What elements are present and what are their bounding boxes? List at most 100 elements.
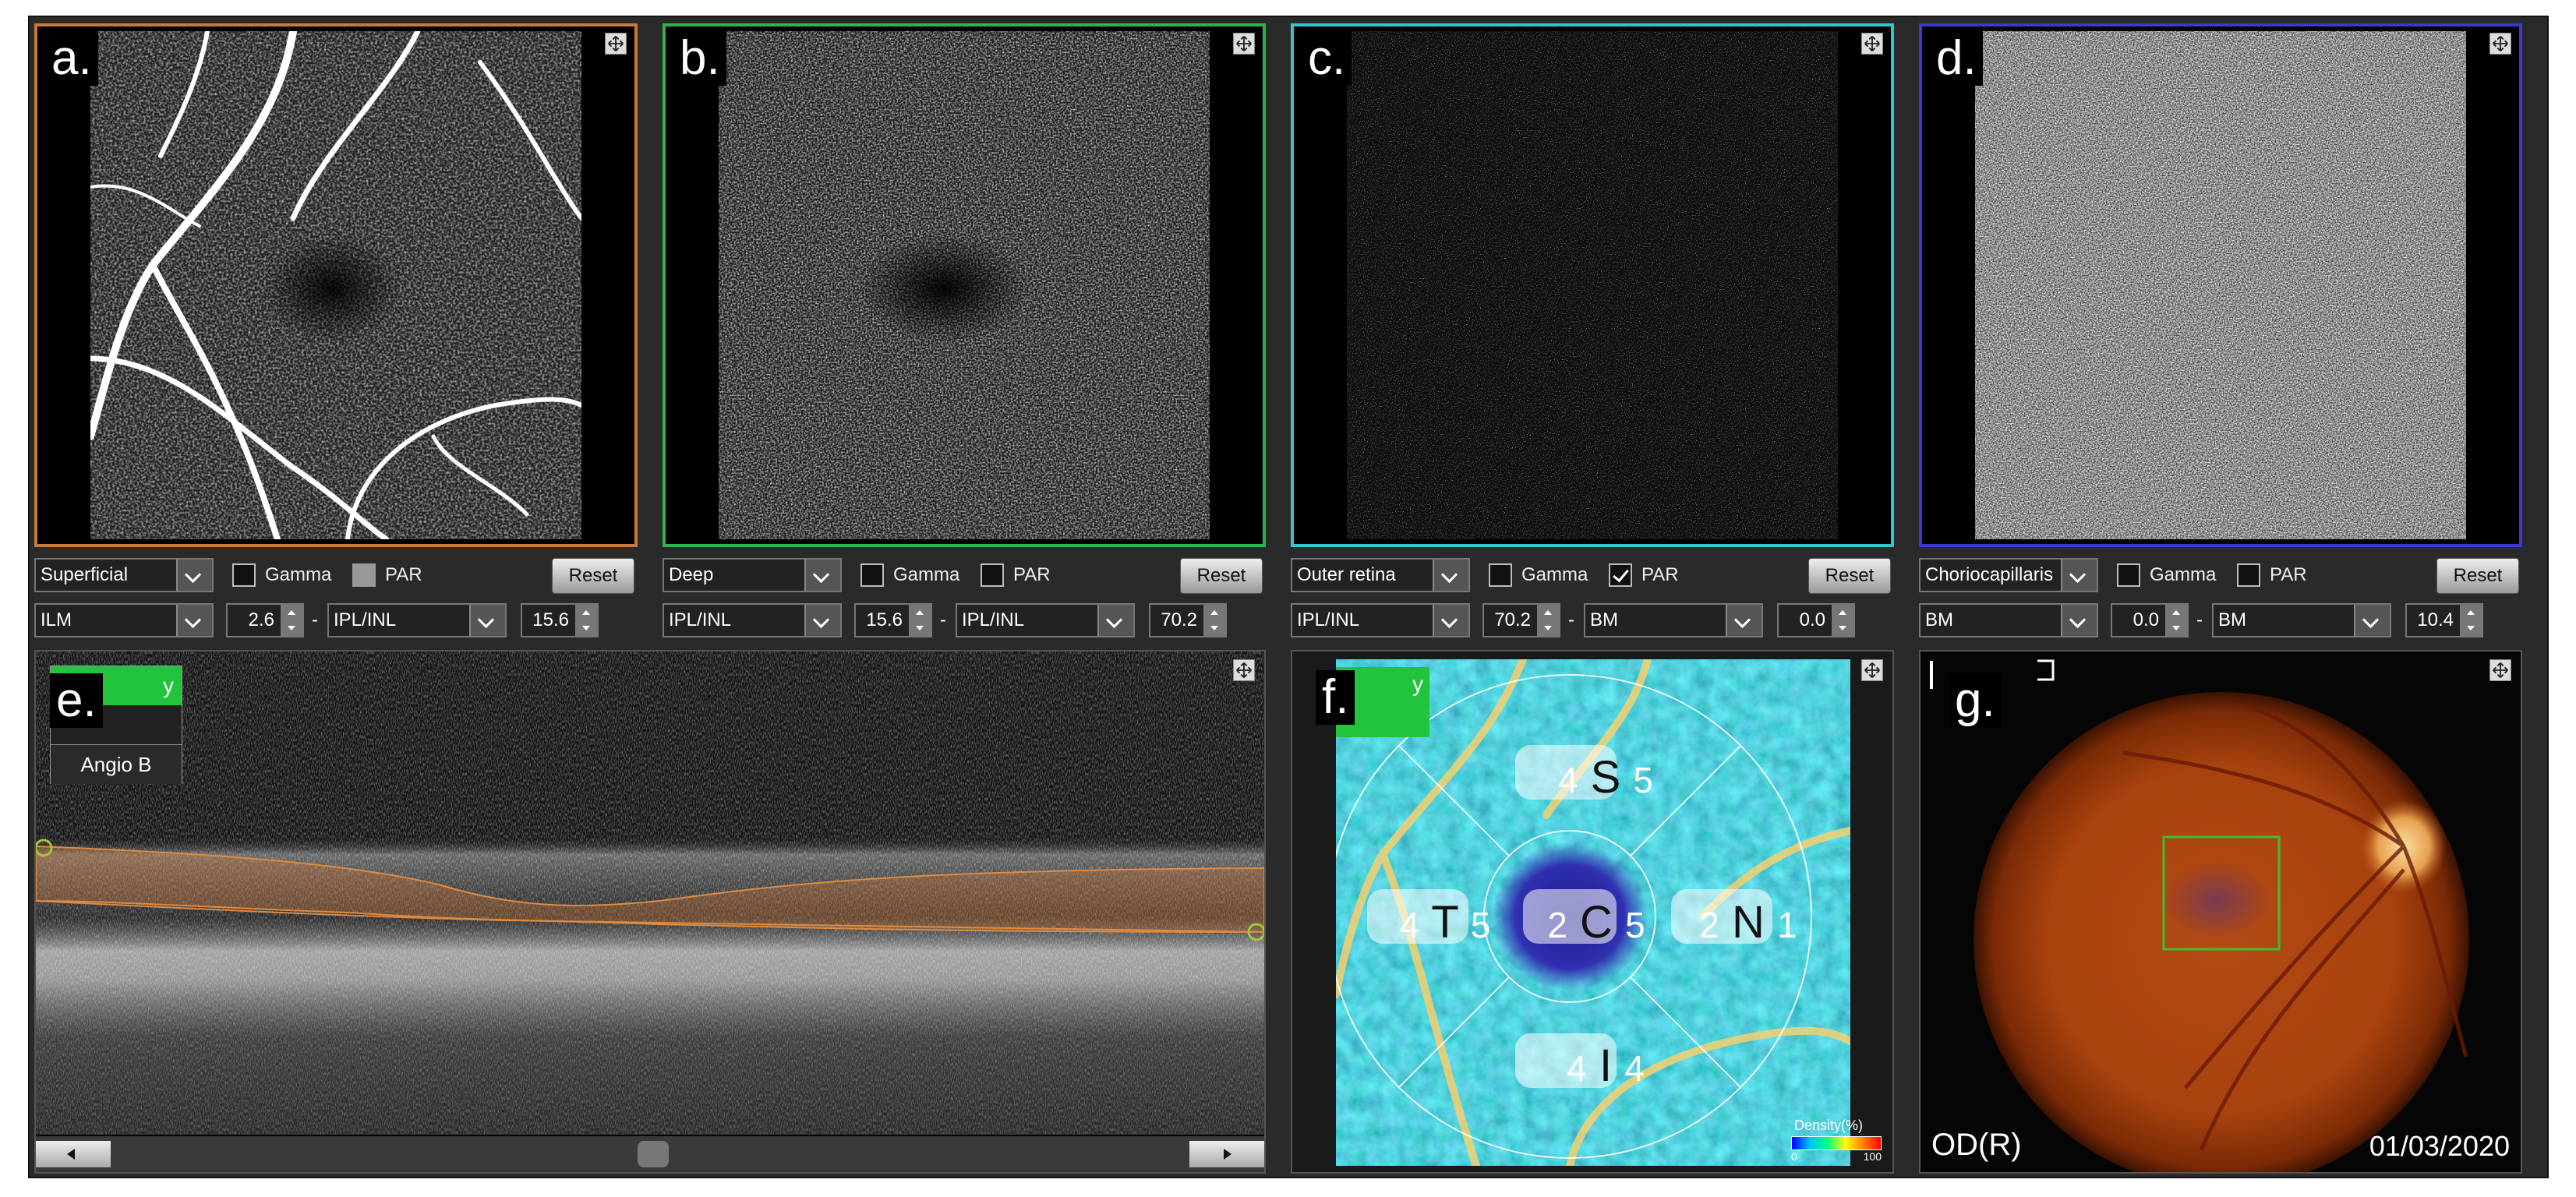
par-label: PAR xyxy=(1013,564,1051,585)
bottom-boundary-select[interactable]: BM xyxy=(2212,603,2391,637)
bottom-offset-stepper[interactable]: 15.6 xyxy=(521,603,599,637)
panel-b-label: b. xyxy=(673,31,726,86)
top-offset-value: 70.2 xyxy=(1494,609,1531,630)
top-boundary-select[interactable]: BM xyxy=(1919,603,2098,637)
top-offset-stepper[interactable]: 15.6 xyxy=(854,603,932,637)
scroll-left-button[interactable] xyxy=(36,1141,111,1167)
controls-deep: Deep Gamma PAR Reset IPL/INL 15.6 - IPL/… xyxy=(663,558,1266,637)
chevron-down-icon xyxy=(1097,605,1133,636)
top-boundary-value: IPL/INL xyxy=(1297,609,1360,630)
panel-d-choriocapillaris[interactable]: d. xyxy=(1919,23,2522,547)
reset-button[interactable]: Reset xyxy=(1180,558,1263,594)
par-checkbox[interactable] xyxy=(352,563,376,587)
horizontal-scrollbar[interactable] xyxy=(36,1136,1264,1172)
reset-button[interactable]: Reset xyxy=(552,558,634,594)
spinner-icon[interactable] xyxy=(1203,605,1225,636)
panel-g-fundus[interactable]: g. OD(R) 01/03/2020 xyxy=(1919,650,2522,1174)
panel-e-bscan[interactable]: y Angio B e. xyxy=(34,650,1266,1174)
expand-icon[interactable] xyxy=(1861,659,1883,681)
legend-title: Density(%) xyxy=(1794,1118,1864,1133)
bottom-offset-stepper[interactable]: 10.4 xyxy=(2405,603,2483,637)
top-boundary-select[interactable]: ILM xyxy=(34,603,214,637)
layer-select[interactable]: Superficial xyxy=(34,558,214,592)
scroll-right-button[interactable] xyxy=(1189,1141,1264,1167)
layer-select[interactable]: Choriocapillaris xyxy=(1919,558,2098,592)
par-checkbox[interactable] xyxy=(981,563,1004,587)
layer-select[interactable]: Outer retina xyxy=(1291,558,1470,592)
top-boundary-select[interactable]: IPL/INL xyxy=(663,603,842,637)
reset-button[interactable]: Reset xyxy=(2436,558,2519,594)
bottom-boundary-select[interactable]: BM xyxy=(1584,603,1763,637)
angio-b-tab[interactable]: Angio B xyxy=(51,744,182,784)
spinner-icon[interactable] xyxy=(1832,605,1853,636)
spinner-icon[interactable] xyxy=(575,605,597,636)
legend-colorbar xyxy=(1791,1136,1882,1150)
exam-date: 01/03/2020 xyxy=(2369,1130,2510,1162)
c-right-value: 5 xyxy=(1625,905,1645,945)
panel-d-label: d. xyxy=(1930,31,1983,86)
t-left-value: 4 xyxy=(1399,905,1420,945)
layer-select-value: Superficial xyxy=(41,564,129,585)
scroll-thumb[interactable] xyxy=(638,1141,669,1167)
expand-icon[interactable] xyxy=(1233,33,1255,55)
panel-a-label: a. xyxy=(45,31,98,86)
i-right-value: 4 xyxy=(1624,1048,1645,1089)
bottom-boundary-value: IPL/INL xyxy=(962,609,1025,630)
top-offset-stepper[interactable]: 2.6 xyxy=(226,603,304,637)
bottom-offset-stepper[interactable]: 70.2 xyxy=(1149,603,1227,637)
range-dash: - xyxy=(1568,609,1574,630)
expand-icon[interactable] xyxy=(605,33,627,55)
expand-icon[interactable] xyxy=(2489,659,2511,681)
bottom-offset-value: 70.2 xyxy=(1161,609,1197,630)
chevron-down-icon xyxy=(1433,560,1468,591)
top-boundary-value: IPL/INL xyxy=(669,609,732,630)
bottom-boundary-select[interactable]: IPL/INL xyxy=(327,603,507,637)
expand-icon[interactable] xyxy=(2489,33,2511,55)
gamma-checkbox[interactable] xyxy=(860,563,884,587)
top-boundary-value: ILM xyxy=(41,609,72,630)
chevron-down-icon xyxy=(1433,605,1468,636)
chevron-down-icon xyxy=(176,560,212,591)
arrow-right-icon xyxy=(1224,1149,1231,1160)
reset-button[interactable]: Reset xyxy=(1808,558,1891,594)
panel-a-superficial[interactable]: a. xyxy=(34,23,638,547)
top-offset-stepper[interactable]: 70.2 xyxy=(1482,603,1560,637)
panel-c-outer-retina[interactable]: c. xyxy=(1291,23,1894,547)
spinner-icon[interactable] xyxy=(281,605,302,636)
t-letter: T xyxy=(1431,897,1458,948)
range-dash: - xyxy=(312,609,318,630)
bottom-offset-value: 10.4 xyxy=(2417,609,2454,630)
legend-min: 0 xyxy=(1791,1150,1797,1163)
gamma-checkbox[interactable] xyxy=(2117,563,2140,587)
oct-angiography-viewer: a. b. c. d. Superficial Gamma PAR Reset … xyxy=(28,16,2549,1178)
spinner-icon[interactable] xyxy=(909,605,931,636)
controls-outer-retina: Outer retina Gamma PAR Reset IPL/INL 70.… xyxy=(1291,558,1894,637)
par-label: PAR xyxy=(385,564,422,585)
c-left-value: 2 xyxy=(1547,905,1567,945)
n-left-value: 2 xyxy=(1699,905,1719,945)
top-offset-stepper[interactable]: 0.0 xyxy=(2111,603,2189,637)
layer-select[interactable]: Deep xyxy=(663,558,842,592)
top-boundary-value: BM xyxy=(1925,609,1953,630)
par-checkbox[interactable] xyxy=(2237,563,2260,587)
gamma-label: Gamma xyxy=(893,564,960,585)
panel-b-deep[interactable]: b. xyxy=(663,23,1266,547)
spinner-icon[interactable] xyxy=(1537,605,1559,636)
panel-f-density-map[interactable]: 4 S 5 4 T 5 2 C 5 2 N 1 4 I 4 y f. Densi… xyxy=(1291,650,1894,1174)
expand-icon[interactable] xyxy=(1861,33,1883,55)
spinner-icon[interactable] xyxy=(2460,605,2482,636)
arrow-left-icon xyxy=(67,1149,75,1160)
gamma-checkbox[interactable] xyxy=(232,563,256,587)
spinner-icon[interactable] xyxy=(2165,605,2187,636)
bottom-boundary-select[interactable]: IPL/INL xyxy=(956,603,1135,637)
eye-label: OD(R) xyxy=(1931,1128,2022,1162)
par-checkbox[interactable] xyxy=(1609,563,1632,587)
expand-icon[interactable] xyxy=(1233,659,1255,681)
top-boundary-select[interactable]: IPL/INL xyxy=(1291,603,1470,637)
legend-max: 100 xyxy=(1863,1150,1882,1163)
i-letter: I xyxy=(1599,1040,1613,1091)
bottom-offset-stepper[interactable]: 0.0 xyxy=(1777,603,1855,637)
gamma-checkbox[interactable] xyxy=(1489,563,1512,587)
controls-superficial: Superficial Gamma PAR Reset ILM 2.6 - IP… xyxy=(34,558,638,637)
gamma-label: Gamma xyxy=(1521,564,1588,585)
